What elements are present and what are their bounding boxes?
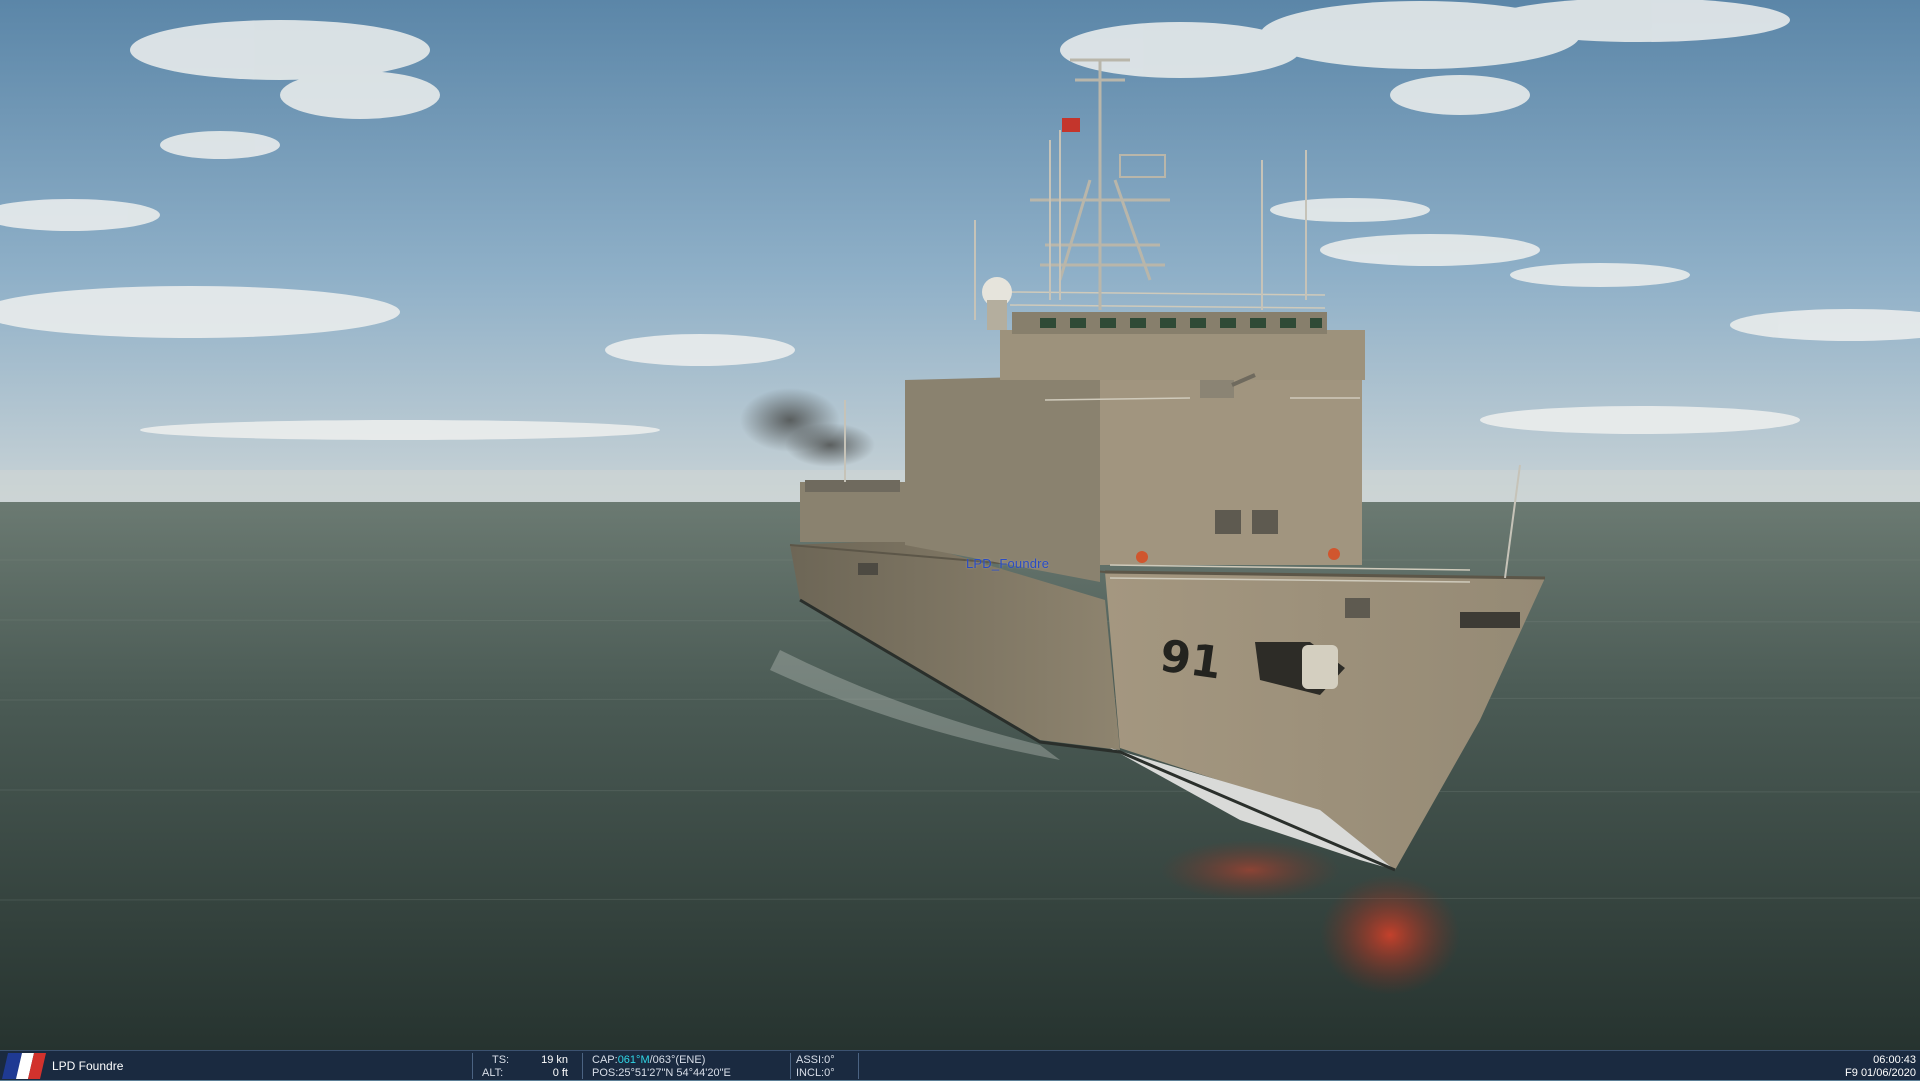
speed-altitude-readout: TS: 19 kn ALT: 0 ft [478, 1051, 578, 1081]
alt-value: 0 ft [552, 1067, 568, 1079]
assi-label: ASSI: [796, 1054, 825, 1066]
mission-time: 06:00:43 [1873, 1054, 1916, 1066]
ts-value: 19 kn [541, 1054, 568, 1066]
attitude-readout: ASSI:0° INCL:0° [796, 1051, 856, 1081]
separator [858, 1053, 859, 1079]
assi-value: 0° [824, 1054, 835, 1066]
france-flag-icon [2, 1053, 46, 1079]
heading-position-readout: CAP:061°M/063°(ENE) POS:25°51'27"N 54°44… [592, 1051, 782, 1081]
incl-label: INCL: [796, 1067, 825, 1079]
alt-label: ALT: [482, 1067, 504, 1079]
mission-date: F9 01/06/2020 [1845, 1067, 1916, 1079]
ts-label: TS: [492, 1054, 510, 1066]
ocean-scene: 91 [0, 0, 1920, 1050]
separator [472, 1053, 473, 1079]
hull-number: 91 [1157, 630, 1225, 689]
unit-label[interactable]: LPD_Foundre [966, 556, 1049, 571]
separator [582, 1053, 583, 1079]
cap-label: CAP: [592, 1054, 618, 1066]
status-bar: LPD Foundre TS: 19 kn ALT: 0 ft CAP:061°… [0, 1050, 1920, 1080]
cap-true-value: 063°(ENE) [652, 1054, 706, 1066]
pos-value: 25°51'27"N 54°44'20"E [618, 1067, 731, 1079]
incl-value: 0° [824, 1067, 835, 1079]
pos-label: POS: [592, 1067, 619, 1079]
separator [790, 1053, 791, 1079]
game-viewport[interactable]: 91 LPD_Foundre [0, 0, 1920, 1050]
cap-magnetic-value: 061°M [617, 1054, 650, 1066]
selected-unit-name: LPD Foundre [52, 1059, 124, 1073]
